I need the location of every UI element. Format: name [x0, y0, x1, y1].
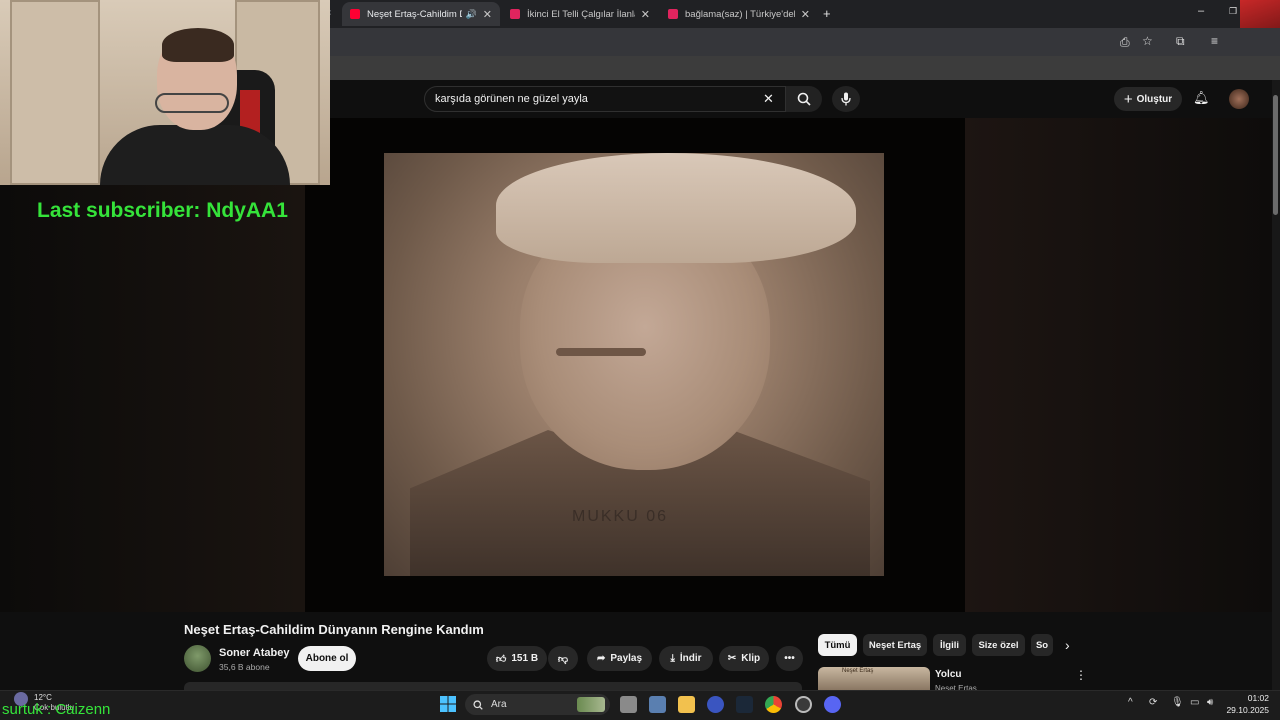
more-vertical-icon[interactable]: ⋮: [1075, 668, 1087, 682]
close-tab-icon[interactable]: ✕: [483, 8, 492, 21]
search-icon: [797, 92, 811, 106]
tab-title: İkinci El Telli Çalgılar İlanları ve: [527, 8, 635, 20]
windows-taskbar: [0, 690, 1280, 720]
thumbs-up-icon: 👍︎: [495, 653, 507, 665]
webcam-cabinet-left: [10, 0, 100, 185]
share-label: Paylaş: [610, 653, 643, 664]
chip-neset-ertas[interactable]: Neşet Ertaş: [863, 634, 927, 656]
voice-search-button[interactable]: [832, 86, 860, 112]
chips-next-chevron-icon[interactable]: ›: [1065, 637, 1070, 653]
speaker-icon[interactable]: 🔊: [466, 9, 477, 20]
minimize-icon[interactable]: –: [1198, 5, 1204, 17]
more-horizontal-icon: •••: [784, 653, 795, 664]
windows-start-icon[interactable]: [440, 696, 456, 712]
recommended-video-thumbnail[interactable]: Neşet Ertaş: [818, 667, 930, 690]
taskbar-search[interactable]: Ara: [465, 694, 610, 715]
tab-youtube[interactable]: Neşet Ertaş-Cahildim Dünyanın 🔊 ✕: [342, 2, 500, 26]
search-icon: [473, 699, 483, 710]
channel-name[interactable]: Soner Atabey: [219, 647, 290, 659]
webcam-hoodie: [100, 125, 290, 185]
scrollbar-thumb[interactable]: [1273, 95, 1278, 215]
media-control-icon[interactable]: ≡: [1211, 34, 1218, 48]
search-input[interactable]: karşıda görünen ne güzel yayla ✕: [424, 86, 786, 112]
steam-icon[interactable]: [736, 696, 753, 713]
search-highlight-icon: [577, 697, 605, 712]
search-query: karşıda görünen ne güzel yayla: [435, 93, 588, 105]
download-label: İndir: [679, 653, 702, 664]
site-favicon-icon: [668, 9, 678, 19]
video-watermark: MUKKU 06: [572, 508, 669, 525]
webcam-glasses: [155, 93, 229, 113]
microphone-icon: [841, 92, 851, 106]
taskbar-search-placeholder: Ara: [491, 699, 507, 710]
create-button[interactable]: + Oluştur: [1114, 87, 1182, 111]
tab-title: bağlama(saz) | Türkiye'deki İkinci: [685, 8, 795, 20]
streamer-tag-overlay: surtuk : Caizenn: [2, 701, 111, 718]
clip-button[interactable]: ✂ Klip: [719, 646, 769, 671]
scissors-icon: ✂: [727, 653, 737, 664]
account-avatar[interactable]: [1229, 89, 1249, 109]
like-button[interactable]: 👍︎ 151 B: [487, 646, 547, 671]
clear-search-icon[interactable]: ✕: [763, 91, 774, 107]
youtube-favicon-icon: [350, 9, 360, 19]
description-box[interactable]: [184, 682, 802, 690]
notifications-bell-icon[interactable]: 🔔︎: [1193, 90, 1210, 106]
close-tab-icon[interactable]: ✕: [801, 8, 810, 21]
video-title: Neşet Ertaş-Cahildim Dünyanın Rengine Ka…: [184, 622, 484, 637]
page-background-right: [965, 118, 1272, 612]
restore-icon[interactable]: ❐: [1229, 6, 1237, 17]
photo-cap: [496, 153, 856, 263]
thumbs-down-icon: 👎︎: [557, 653, 569, 665]
like-count: 151 B: [511, 653, 539, 664]
app-icon[interactable]: [707, 696, 724, 713]
webcam-hair: [162, 28, 234, 62]
clock-date[interactable]: 29.10.2025: [1219, 705, 1269, 715]
thumbnail-caption: Neşet Ertaş: [842, 668, 874, 674]
tab-title: Neşet Ertaş-Cahildim Dünyanın: [367, 8, 462, 20]
dislike-button[interactable]: 👎︎: [548, 646, 578, 671]
chip-truncated[interactable]: So: [1031, 634, 1053, 656]
chip-all[interactable]: Tümü: [818, 634, 857, 656]
close-tab-icon[interactable]: ✕: [641, 8, 650, 21]
extensions-icon[interactable]: ⧉: [1176, 34, 1185, 49]
recommended-video-title[interactable]: Yolcu: [935, 669, 961, 680]
chrome-icon[interactable]: [765, 696, 782, 713]
channel-subscriber-count: 35,6 B abone: [219, 662, 270, 672]
photo-mustache: [556, 348, 646, 356]
share-arrow-icon: ➦: [596, 653, 606, 664]
subscribe-button[interactable]: Abone ol: [298, 646, 356, 671]
discord-icon[interactable]: [824, 696, 841, 713]
clock-time[interactable]: 01:02: [1229, 693, 1269, 703]
app-icon-2[interactable]: [795, 696, 812, 713]
download-icon: ⤓: [670, 653, 675, 664]
last-subscriber-text: Last subscriber: NdyAA1: [37, 199, 288, 222]
clip-label: Klip: [741, 653, 761, 664]
tray-chevron-up-icon[interactable]: ^: [1128, 697, 1133, 708]
download-button[interactable]: ⤓ İndir: [659, 646, 713, 671]
install-app-icon[interactable]: ⎙: [1120, 35, 1130, 50]
widgets-icon[interactable]: [649, 696, 666, 713]
page-background-left: [0, 185, 305, 612]
create-label: Oluştur: [1136, 93, 1173, 105]
tray-volume-icon[interactable]: 🔊︎: [1207, 697, 1213, 708]
plus-icon: +: [1123, 90, 1133, 108]
channel-avatar[interactable]: [184, 645, 211, 672]
webcam-overlay: [0, 0, 330, 185]
site-favicon-icon: [510, 9, 520, 19]
chip-related[interactable]: İlgili: [933, 634, 966, 656]
tray-network-icon[interactable]: ▭: [1190, 697, 1199, 708]
task-view-icon[interactable]: [620, 696, 637, 713]
chip-for-you[interactable]: Size özel: [972, 634, 1025, 656]
tab-baglama[interactable]: bağlama(saz) | Türkiye'deki İkinci ✕: [660, 2, 818, 26]
bookmark-star-icon[interactable]: ☆: [1142, 34, 1153, 48]
share-button[interactable]: ➦ Paylaş: [587, 646, 652, 671]
search-button[interactable]: [786, 86, 822, 112]
new-tab-button[interactable]: +: [823, 6, 831, 21]
tab-listing[interactable]: İkinci El Telli Çalgılar İlanları ve ✕: [502, 2, 658, 26]
tray-mic-icon[interactable]: 🎙︎: [1171, 697, 1184, 708]
file-explorer-icon[interactable]: [678, 696, 695, 713]
more-actions-button[interactable]: •••: [776, 646, 803, 671]
tray-sync-icon[interactable]: ⟳: [1149, 697, 1157, 708]
